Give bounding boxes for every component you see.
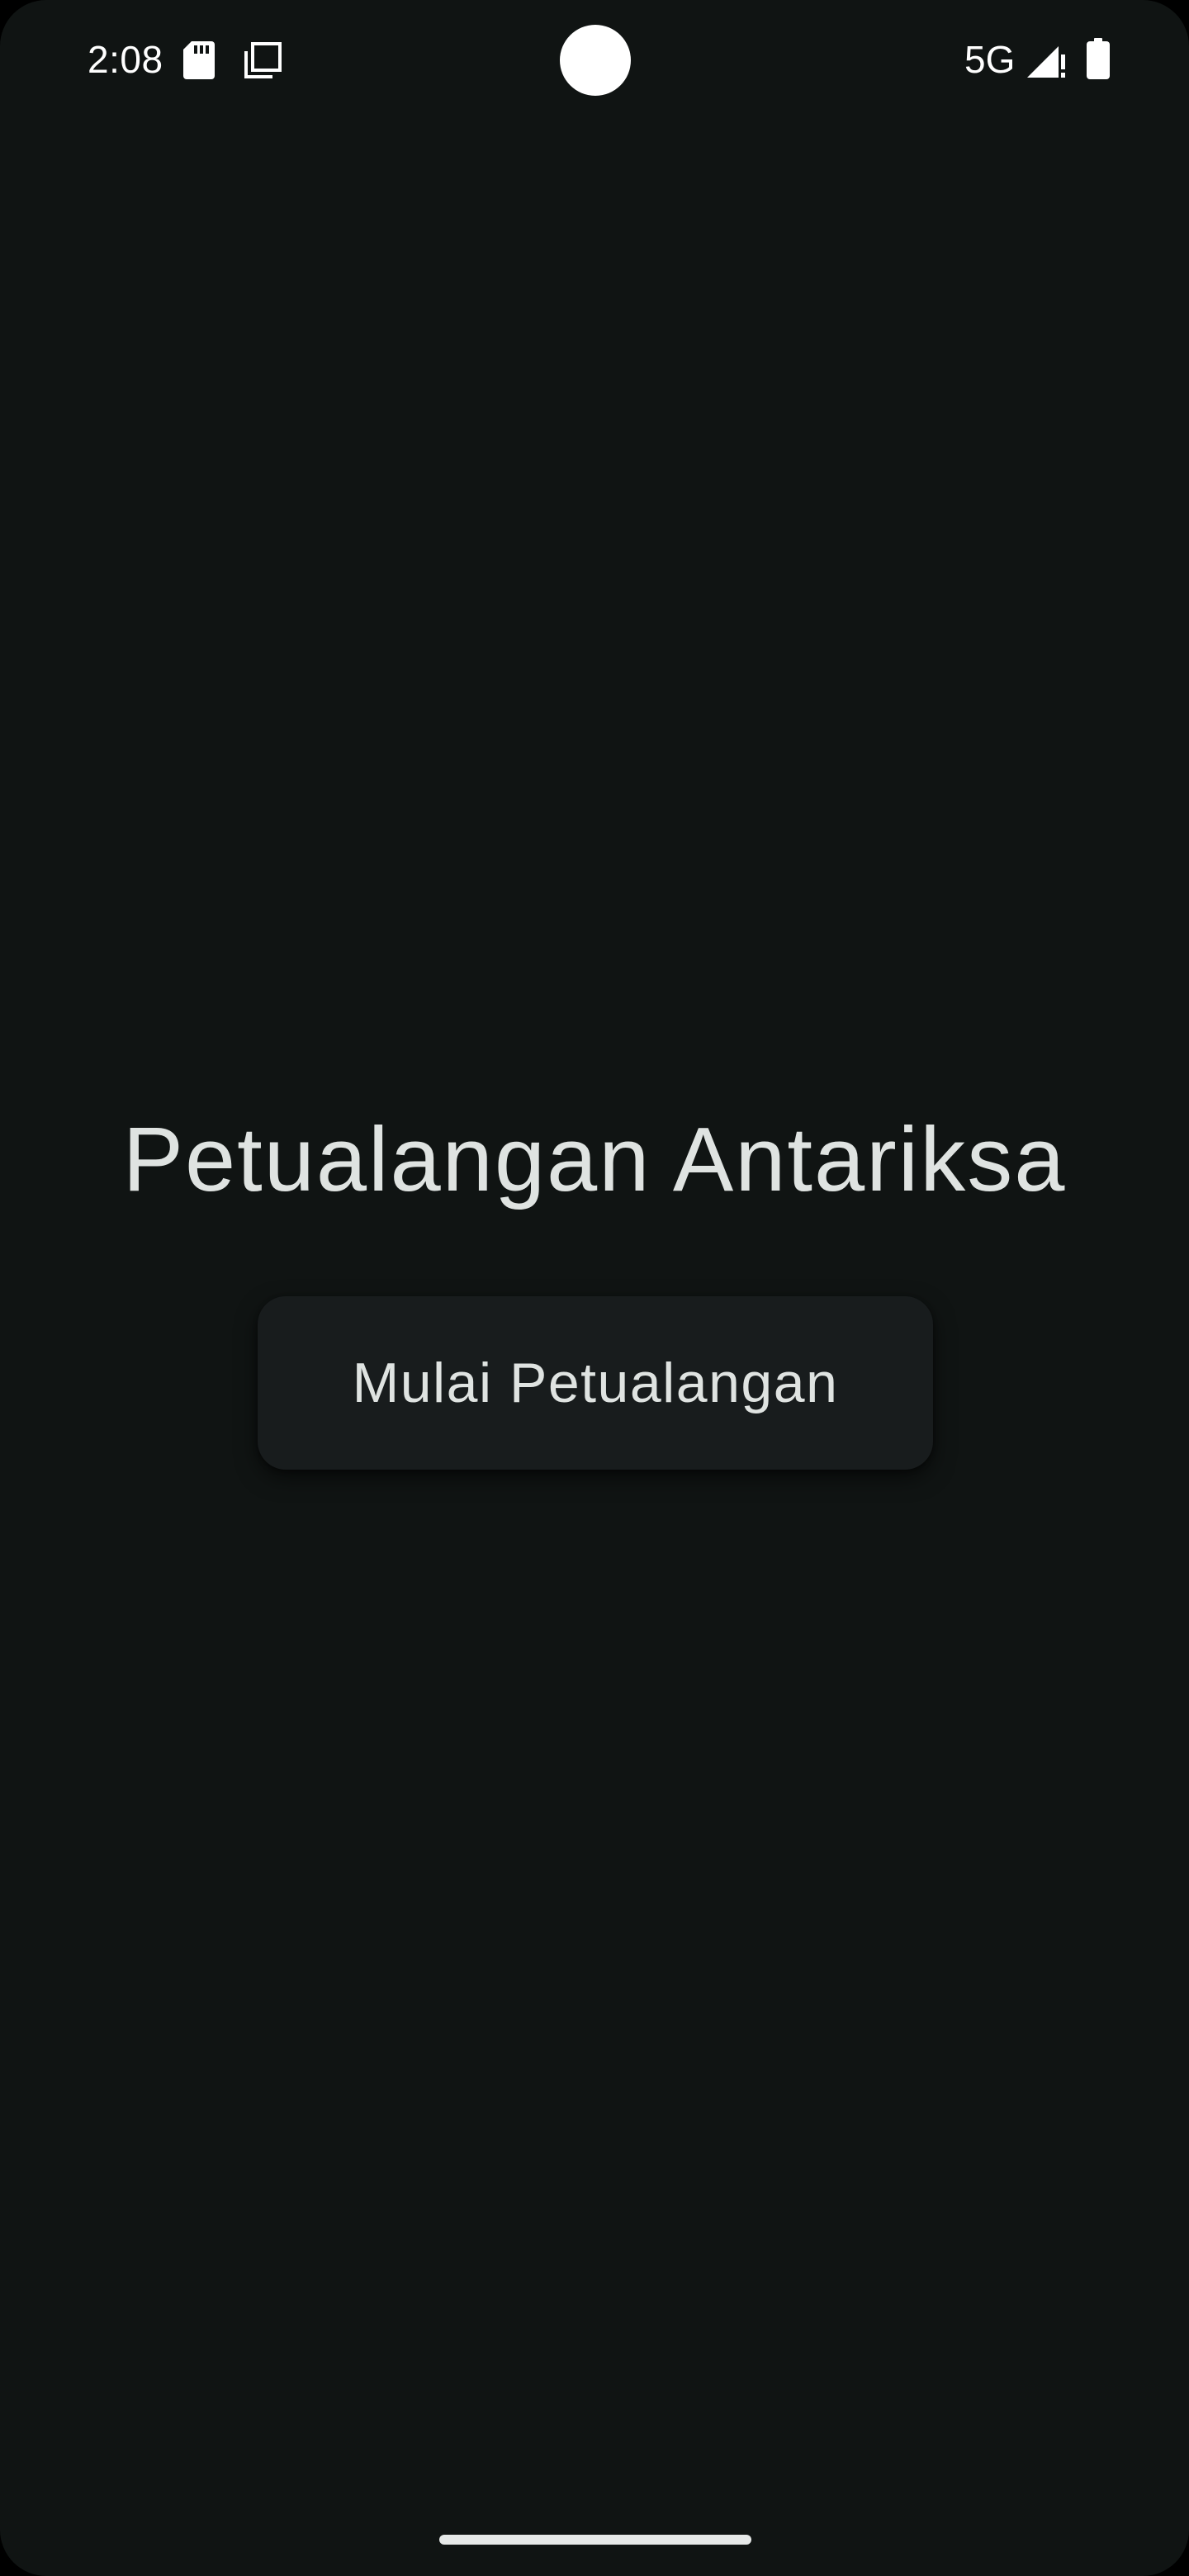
- gesture-nav-handle[interactable]: [439, 2535, 751, 2545]
- network-type: 5G: [964, 38, 1016, 81]
- phone-screen: 2:08 5G Petualangan Antariksa Mulai Petu…: [0, 0, 1189, 2576]
- app-title: Petualangan Antariksa: [122, 1109, 1067, 1210]
- status-bar: 2:08 5G: [0, 0, 1189, 119]
- camera-cutout: [560, 25, 631, 96]
- status-time: 2:08: [88, 38, 163, 81]
- signal-icon: [1027, 46, 1065, 78]
- layers-icon: [244, 42, 282, 78]
- sd-card-icon: [183, 41, 215, 79]
- battery-icon: [1087, 38, 1110, 79]
- start-adventure-button[interactable]: Mulai Petualangan: [258, 1296, 933, 1470]
